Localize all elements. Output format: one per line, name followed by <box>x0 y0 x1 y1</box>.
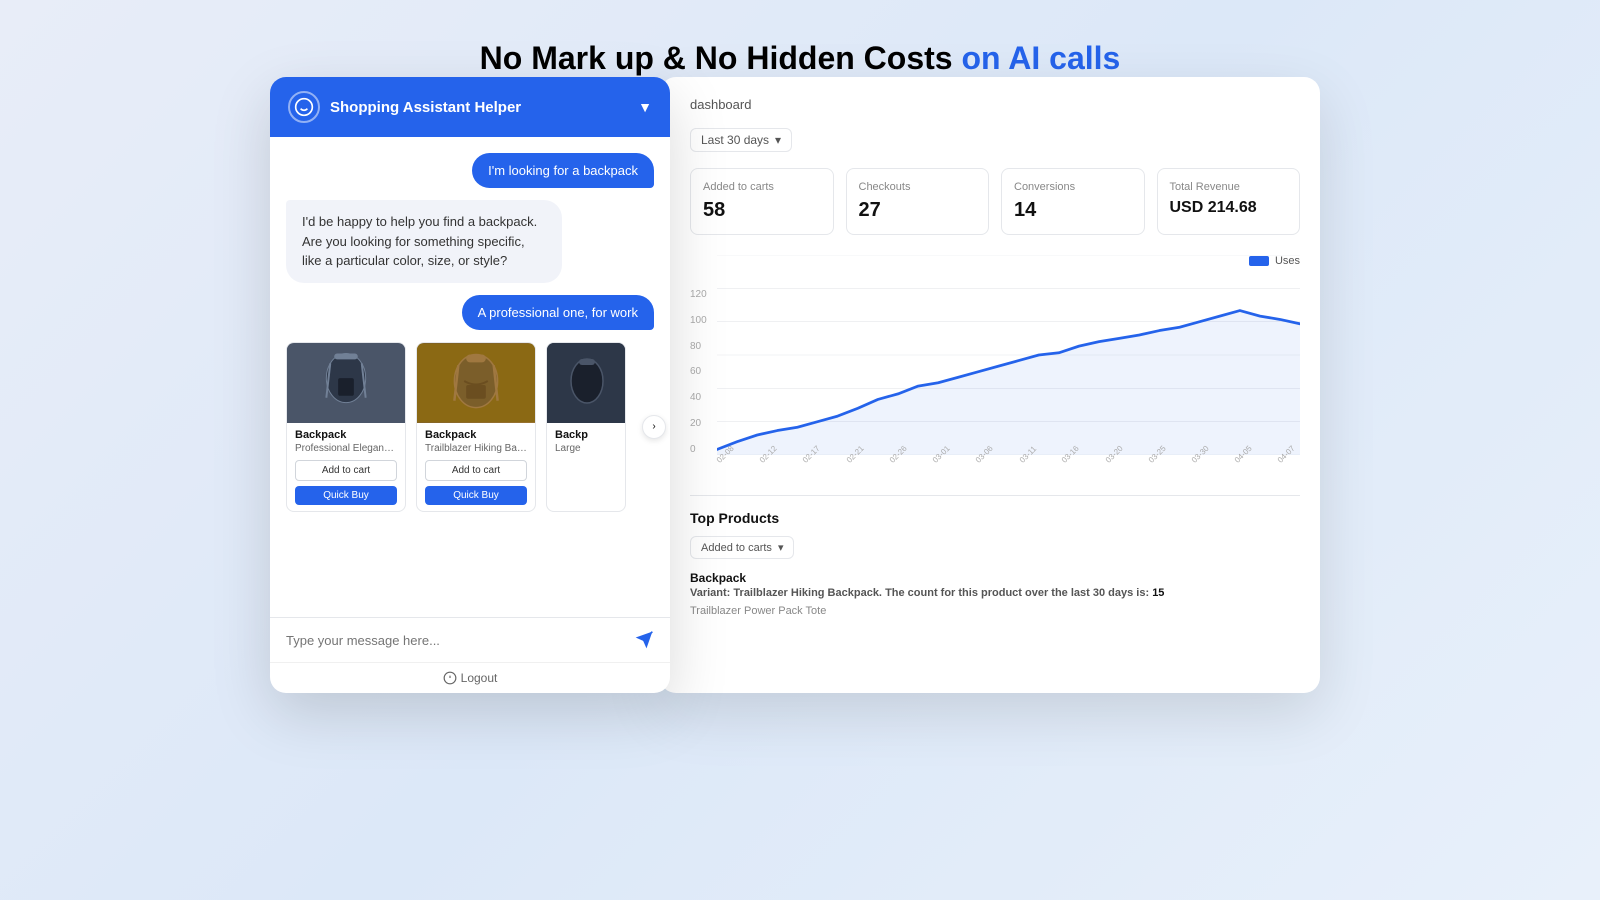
chart-svg <box>717 255 1300 455</box>
date-filter-label: Last 30 days <box>701 133 769 147</box>
user-message-1: I'm looking for a backpack <box>472 153 654 188</box>
add-to-cart-btn-2[interactable]: Add to cart <box>425 460 527 481</box>
product-info-2: Backpack Trailblazer Hiking Backpa... Ad… <box>417 423 535 511</box>
stats-row: Added to carts 58 Checkouts 27 Conversio… <box>690 168 1300 235</box>
dashboard-nav: dashboard <box>690 97 1300 112</box>
top-products-filter-label: Added to carts <box>701 542 772 554</box>
stat-value-3: USD 214.68 <box>1170 199 1288 217</box>
product-card-1: Backpack Professional Elegance W... Add … <box>286 342 406 512</box>
chat-avatar-icon <box>288 91 320 123</box>
product-name-1: Backpack <box>295 429 397 441</box>
chart-y-axis: 120 100 80 60 40 20 0 <box>690 275 717 455</box>
chat-title: Shopping Assistant Helper <box>330 99 521 116</box>
stat-value-0: 58 <box>703 199 821 222</box>
send-button[interactable] <box>634 630 654 650</box>
title-blue: on AI calls <box>961 40 1120 76</box>
products-carousel: Backpack Professional Elegance W... Add … <box>286 342 654 512</box>
user-message-2: A professional one, for work <box>462 295 654 330</box>
chat-body: I'm looking for a backpack I'd be happy … <box>270 137 670 617</box>
product-desc-1: Professional Elegance W... <box>295 443 397 454</box>
legend-label: Uses <box>1275 255 1300 267</box>
product-name-2: Backpack <box>425 429 527 441</box>
stat-added-to-carts: Added to carts 58 <box>690 168 834 235</box>
stat-label-1: Checkouts <box>859 181 977 193</box>
stat-value-1: 27 <box>859 199 977 222</box>
carousel-next-button[interactable]: › <box>642 415 666 439</box>
top-products-filter[interactable]: Added to carts ▾ <box>690 536 794 559</box>
logout-button[interactable]: Logout <box>443 671 498 685</box>
chat-input[interactable] <box>286 633 624 648</box>
stat-label-3: Total Revenue <box>1170 181 1288 193</box>
product-image-3 <box>547 343 625 423</box>
logout-label: Logout <box>461 671 498 685</box>
product-info-1: Backpack Professional Elegance W... Add … <box>287 423 405 511</box>
count-value: 15 <box>1152 587 1164 599</box>
stat-label-0: Added to carts <box>703 181 821 193</box>
top-products-section: Top Products Added to carts ▾ Backpack V… <box>690 495 1300 617</box>
chat-footer: Logout <box>270 662 670 693</box>
date-filter[interactable]: Last 30 days ▾ <box>690 128 792 152</box>
product-card-2: Backpack Trailblazer Hiking Backpa... Ad… <box>416 342 536 512</box>
top-product-1-name: Backpack <box>690 571 1300 585</box>
top-products-title: Top Products <box>690 510 1300 526</box>
product-desc-2: Trailblazer Hiking Backpa... <box>425 443 527 454</box>
quick-buy-btn-1[interactable]: Quick Buy <box>295 486 397 505</box>
stat-revenue: Total Revenue USD 214.68 <box>1157 168 1301 235</box>
stat-value-2: 14 <box>1014 199 1132 222</box>
stat-conversions: Conversions 14 <box>1001 168 1145 235</box>
chat-header: Shopping Assistant Helper ▼ <box>270 77 670 137</box>
add-to-cart-btn-1[interactable]: Add to cart <box>295 460 397 481</box>
product-desc-3: Large <box>555 443 617 454</box>
bot-message-1: I'd be happy to help you find a backpack… <box>286 200 562 283</box>
stat-label-2: Conversions <box>1014 181 1132 193</box>
chart-legend: Uses <box>1249 255 1300 267</box>
filter-chevron: ▾ <box>778 541 784 554</box>
quick-buy-btn-2[interactable]: Quick Buy <box>425 486 527 505</box>
date-filter-chevron: ▾ <box>775 133 781 147</box>
chevron-down-icon[interactable]: ▼ <box>638 99 652 115</box>
chart-x-axis: 02-08 02-12 02-17 02-21 02-26 03-01 03-0… <box>690 457 1300 466</box>
variant-value: Trailblazer Hiking Backpack. <box>733 587 882 599</box>
top-product-1: Backpack Variant: Trailblazer Hiking Bac… <box>690 571 1300 599</box>
title-black: No Mark up & No Hidden Costs <box>480 40 953 76</box>
stat-checkouts: Checkouts 27 <box>846 168 990 235</box>
dashboard-panel: dashboard Last 30 days ▾ Added to carts … <box>660 77 1320 693</box>
chat-widget: Shopping Assistant Helper ▼ I'm looking … <box>270 77 670 693</box>
chat-header-left: Shopping Assistant Helper <box>288 91 521 123</box>
product-name-3: Backp <box>555 429 617 441</box>
product-card-3: Backp Large <box>546 342 626 512</box>
legend-color <box>1249 256 1269 266</box>
top-product-2: Trailblazer Power Pack Tote <box>690 605 1300 617</box>
page-title: No Mark up & No Hidden Costs on AI calls <box>480 40 1121 77</box>
variant-label: Variant: <box>690 587 730 599</box>
chat-input-area <box>270 617 670 662</box>
product-info-3: Backp Large <box>547 423 625 466</box>
product-image-1 <box>287 343 405 423</box>
chart-container: Uses 120 100 80 60 40 20 0 <box>690 255 1300 475</box>
product-image-2 <box>417 343 535 423</box>
count-label: The count for this product over the last… <box>885 587 1149 599</box>
top-product-1-desc: Variant: Trailblazer Hiking Backpack. Th… <box>690 587 1300 599</box>
main-container: Shopping Assistant Helper ▼ I'm looking … <box>270 77 1330 693</box>
